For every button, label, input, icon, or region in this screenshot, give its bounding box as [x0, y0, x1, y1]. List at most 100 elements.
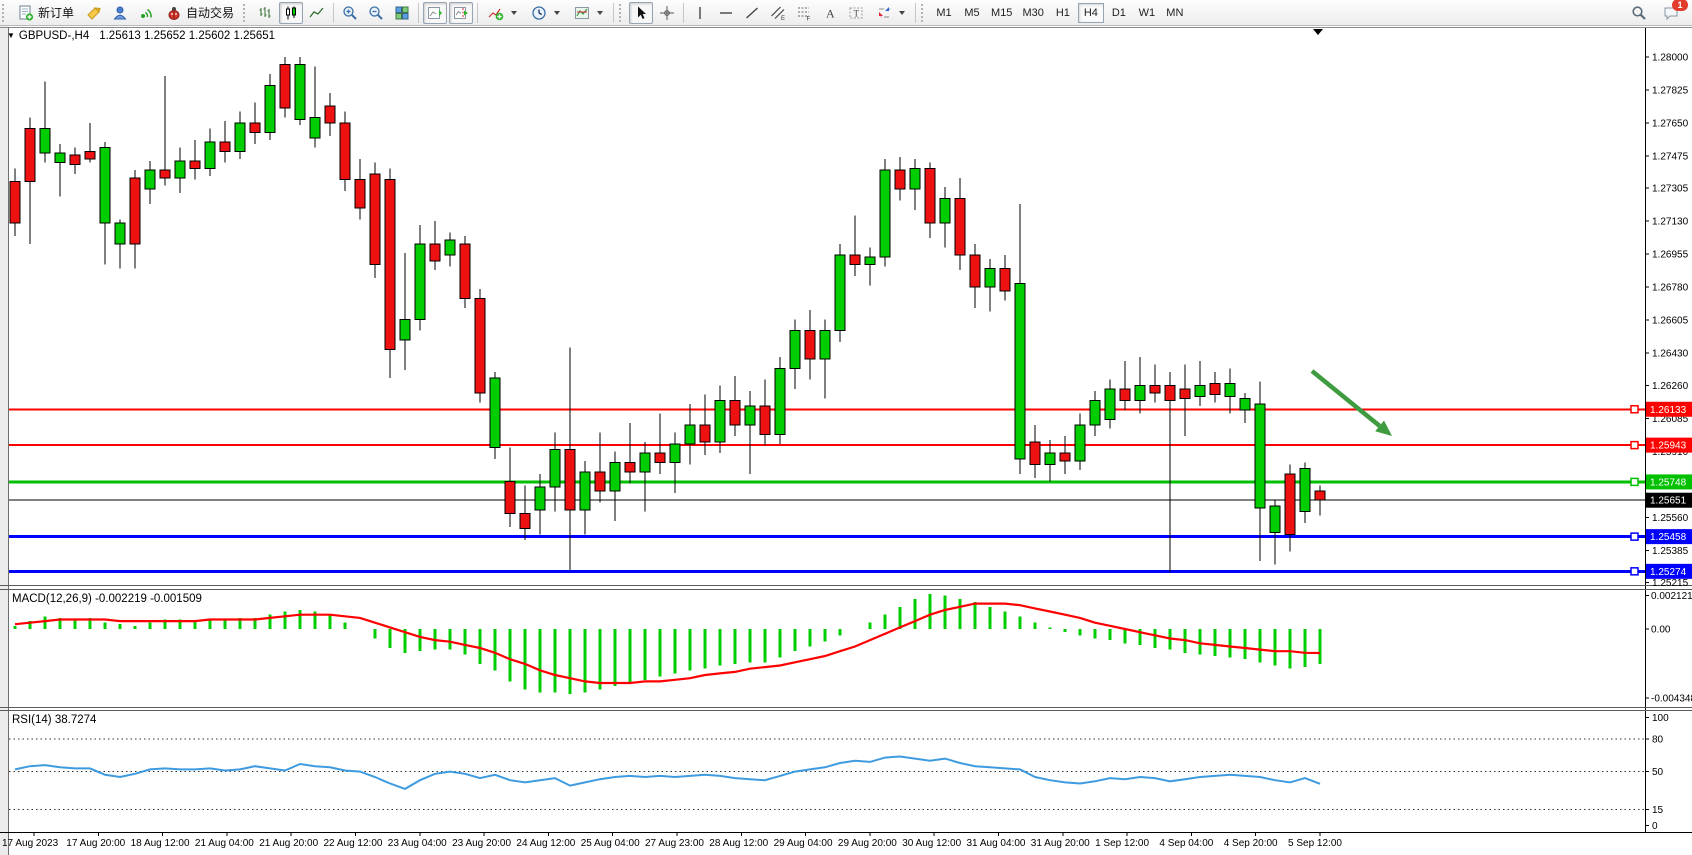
symbol-dropdown-icon[interactable]: ▼ [7, 31, 15, 40]
toolbar-separator [915, 3, 916, 23]
time-tick-label: 28 Aug 12:00 [709, 838, 768, 849]
timeframe-h4-button[interactable]: H4 [1078, 3, 1104, 23]
periods-button[interactable] [525, 2, 566, 24]
candle-body [175, 161, 185, 178]
candle-body [130, 178, 140, 244]
fibonacci-tool-button[interactable]: F [792, 2, 816, 24]
timeframe-h1-button[interactable]: H1 [1050, 3, 1076, 23]
candle-body [460, 244, 470, 299]
signal-button[interactable] [134, 2, 158, 24]
candlestick-chart-button[interactable] [279, 2, 303, 24]
candle-body [685, 425, 695, 444]
line-chart-button[interactable] [305, 2, 329, 24]
candle-body [490, 378, 500, 448]
candle-body [370, 174, 380, 265]
candle-body [190, 161, 200, 169]
timeframe-mn-button[interactable]: MN [1162, 3, 1188, 23]
chart-canvas[interactable]: 1.280001.278251.276501.274751.273051.271… [0, 26, 1692, 855]
toolbar-right-tools: 1 [1626, 2, 1692, 24]
text-label-icon: T [848, 5, 864, 21]
candle-body [790, 331, 800, 369]
time-tick-label: 21 Aug 04:00 [195, 838, 254, 849]
candle-body [250, 123, 260, 132]
time-tick-label: 17 Aug 20:00 [66, 838, 125, 849]
candle-body [1180, 389, 1190, 398]
candle-body [760, 406, 770, 434]
time-tick-label: 31 Aug 20:00 [1031, 838, 1090, 849]
cursor-icon [633, 5, 649, 21]
bar-chart-button[interactable] [253, 2, 277, 24]
trendline-tool-button[interactable] [740, 2, 764, 24]
price-tick-label: 1.27650 [1652, 119, 1689, 130]
candle-body [655, 453, 665, 462]
candle-body [1000, 268, 1010, 291]
text-label-tool-button[interactable]: T [844, 2, 868, 24]
rsi-tick-label: 100 [1652, 713, 1669, 724]
quotes-button[interactable] [82, 2, 106, 24]
candle-body [85, 151, 95, 159]
search-button[interactable] [1627, 2, 1651, 24]
candle-body [310, 117, 320, 138]
arrows-tool-button[interactable] [870, 2, 911, 24]
candle-body [505, 482, 515, 514]
vertical-line-tool-button[interactable] [688, 2, 712, 24]
horizontal-line-tool-button[interactable] [714, 2, 738, 24]
chart-shift-icon [453, 5, 469, 21]
candle-body [430, 244, 440, 261]
candle-body [1120, 389, 1130, 400]
timeframe-d1-button[interactable]: D1 [1106, 3, 1132, 23]
price-tick-label: 1.27475 [1652, 152, 1689, 163]
level-line-handle [1631, 406, 1638, 413]
equidistant-channel-tool-button[interactable]: E [766, 2, 790, 24]
profile-button[interactable] [108, 2, 132, 24]
crosshair-button[interactable] [655, 2, 679, 24]
tile-windows-button[interactable] [390, 2, 414, 24]
toolbar-grip [243, 4, 248, 22]
new-order-button[interactable]: 新订单 [12, 2, 80, 24]
candle-body [580, 472, 590, 510]
candle-body [220, 142, 230, 151]
candle-body [1300, 468, 1310, 511]
candle-body [625, 463, 635, 472]
rsi-tick-label: 50 [1652, 767, 1664, 778]
timeframe-w1-button[interactable]: W1 [1134, 3, 1160, 23]
price-tick-label: 1.27130 [1652, 217, 1689, 228]
price-tick-label: 1.26955 [1652, 250, 1689, 261]
arrows-dropdown-caret-icon [899, 11, 905, 15]
auto-scroll-button[interactable] [423, 2, 447, 24]
candle-body [1015, 283, 1025, 458]
price-tag-label: 1.25274 [1650, 567, 1687, 578]
candle-body [745, 406, 755, 425]
price-tick-label: 1.27305 [1652, 184, 1689, 195]
candle-body [145, 170, 155, 189]
candle-body [775, 368, 785, 434]
auto-trading-button[interactable]: 自动交易 [160, 2, 240, 24]
templates-button[interactable] [568, 2, 609, 24]
time-tick-label: 4 Sep 04:00 [1159, 838, 1213, 849]
chat-button[interactable]: 1 [1659, 2, 1683, 24]
timeframe-m1-button[interactable]: M1 [931, 3, 957, 23]
text-tool-button[interactable]: A [818, 2, 842, 24]
time-tick-label: 29 Aug 20:00 [838, 838, 897, 849]
candle-body [1060, 453, 1070, 461]
zoom-out-button[interactable] [364, 2, 388, 24]
time-tick-label: 23 Aug 04:00 [388, 838, 447, 849]
indicators-dropdown-caret-icon [511, 11, 517, 15]
timeframe-m5-button[interactable]: M5 [959, 3, 985, 23]
timeframe-m30-button[interactable]: M30 [1018, 3, 1047, 23]
timeframe-m15-button[interactable]: M15 [987, 3, 1016, 23]
cursor-button[interactable] [629, 2, 653, 24]
bar-chart-icon [257, 5, 273, 21]
profile-icon [112, 5, 128, 21]
toolbar-separator [418, 3, 419, 23]
chart-shift-button[interactable] [449, 2, 473, 24]
candle-body [100, 148, 110, 223]
toolbar-grip [921, 4, 926, 22]
candle-body [1285, 474, 1295, 534]
indicators-button[interactable] [482, 2, 523, 24]
time-tick-label: 27 Aug 23:00 [645, 838, 704, 849]
toolbar-grip [2, 4, 7, 22]
clock-icon [531, 5, 547, 21]
candle-body [670, 444, 680, 463]
zoom-in-button[interactable] [338, 2, 362, 24]
